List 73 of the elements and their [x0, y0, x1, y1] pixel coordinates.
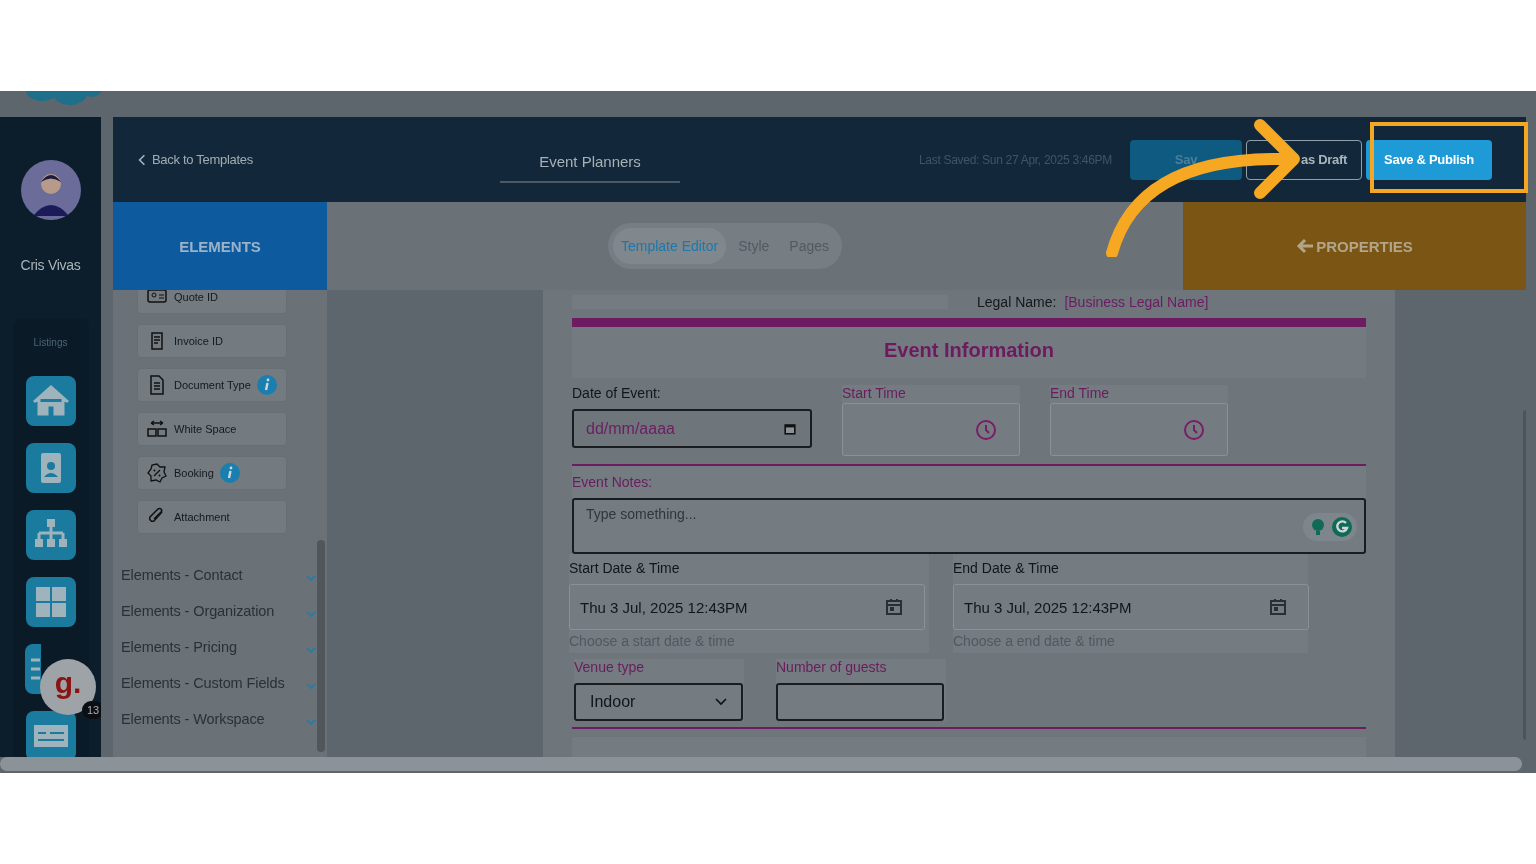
user-name: Cris Vivas — [20, 257, 81, 273]
number-field[interactable] — [776, 683, 944, 721]
element-button[interactable]: Booking — [137, 456, 287, 490]
calendar-icon — [1268, 597, 1288, 617]
accordion-header[interactable]: Elements - Workspace — [121, 708, 316, 730]
element-button[interactable]: Invoice ID — [137, 324, 287, 358]
dropdown[interactable]: Indoor — [574, 683, 743, 721]
time-field[interactable] — [1050, 403, 1228, 456]
discount-badge-icon — [146, 462, 168, 484]
element-label: Invoice ID — [174, 335, 223, 347]
scrollbar[interactable] — [317, 540, 325, 752]
nav-button[interactable] — [25, 443, 76, 493]
section-label: Listings — [33, 337, 68, 348]
list-icon — [30, 658, 40, 680]
scrollbar[interactable] — [0, 757, 1522, 771]
element-button[interactable]: White Space — [137, 412, 287, 446]
element-label: Attachment — [174, 511, 230, 523]
element-button[interactable]: Document Type — [137, 368, 287, 402]
accordion-label: Elements - Contact — [121, 567, 243, 583]
element-label: Booking — [174, 467, 214, 479]
field-label: Venue type — [574, 659, 646, 677]
clock-icon — [1183, 418, 1205, 441]
field-label: Start Date & Time — [569, 560, 681, 578]
accordion-label: Elements - Organization — [121, 603, 275, 619]
clock-icon — [975, 418, 997, 441]
spacing-icon — [146, 418, 168, 440]
nav-button[interactable] — [24, 644, 41, 694]
field-label: Number of guests — [776, 659, 888, 677]
avatar — [20, 160, 81, 220]
chevron-left-icon — [138, 153, 146, 166]
placeholder-tag: [Business Legal Name] — [1064, 294, 1209, 310]
text-area[interactable]: Type something... — [572, 498, 1366, 554]
calendar-icon — [782, 421, 798, 437]
field-label: End Date & Time — [953, 560, 1060, 578]
time-field[interactable] — [842, 403, 1020, 456]
count-badge: 13 — [82, 701, 101, 719]
element-label: Quote ID — [174, 291, 219, 303]
date-field[interactable]: dd/mm/aaaa — [572, 409, 812, 448]
field-label: Start Time — [842, 385, 907, 403]
accordion-header[interactable]: Elements - Organization — [121, 600, 316, 622]
accordion-header[interactable]: Elements - Custom Fields — [121, 672, 316, 694]
panel-header[interactable]: ELEMENTS — [113, 202, 327, 290]
document-title[interactable]: Event Planners — [500, 142, 680, 183]
accordion-label: Elements - Pricing — [121, 639, 237, 655]
toolbar-button[interactable]: Save & Publish — [1366, 139, 1492, 180]
chevron-down-icon — [715, 698, 727, 706]
section-title: Event Information — [572, 327, 1366, 378]
element-button[interactable]: Quote ID — [137, 290, 287, 314]
back-link[interactable]: Back to Templates — [138, 152, 500, 167]
toolbar-button[interactable]: as Draft — [1246, 139, 1362, 180]
nav-button[interactable] — [25, 510, 76, 560]
accordion-label: Elements - Workspace — [121, 711, 265, 727]
arrow-left-icon — [1296, 238, 1315, 254]
nav-button[interactable] — [25, 577, 76, 627]
field-label: Event Notes: — [572, 474, 654, 492]
field-label: Legal Name: — [977, 294, 1057, 310]
nav-button[interactable] — [25, 376, 76, 426]
accordion-label: Elements - Custom Fields — [121, 675, 285, 691]
accordion-header[interactable]: Elements - Pricing — [121, 636, 316, 658]
element-label: White Space — [174, 423, 237, 435]
field-label: Date of Event: — [572, 385, 662, 403]
calendar-icon — [884, 597, 904, 617]
accordion-header[interactable]: Elements - Contact — [121, 564, 316, 586]
writing-assistant-icon — [1302, 512, 1358, 542]
date-time-field[interactable]: Thu 3 Jul, 2025 12:43PM — [953, 584, 1309, 630]
field-label: End Time — [1050, 385, 1111, 403]
element-button[interactable]: Attachment — [137, 500, 287, 534]
chat-logo: g. — [54, 666, 82, 700]
nav-button[interactable] — [25, 711, 76, 757]
date-time-field[interactable]: Thu 3 Jul, 2025 12:43PM — [569, 584, 925, 630]
panel-title: PROPERTIES — [1316, 237, 1413, 255]
element-label: Document Type — [174, 379, 251, 391]
panel-header[interactable]: PROPERTIES — [1183, 202, 1526, 290]
